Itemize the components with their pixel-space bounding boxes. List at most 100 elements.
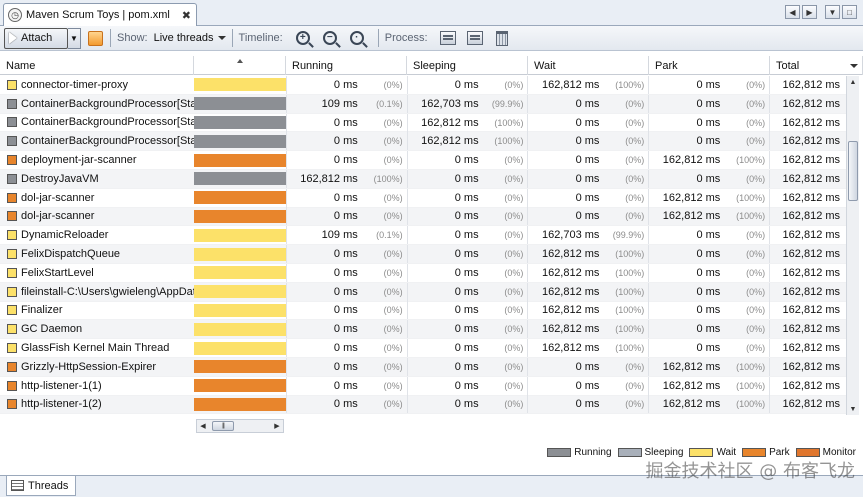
- column-header-park[interactable]: Park: [649, 56, 770, 75]
- cell-sleeping: 162,812 ms (100%): [406, 113, 528, 132]
- table-row[interactable]: FelixStartLevel 0 ms (0%) 0 ms (0%) 162,…: [0, 263, 846, 283]
- cell-total: 162,812 ms: [769, 263, 846, 282]
- cell-name: DestroyJavaVM: [0, 173, 194, 185]
- table-row[interactable]: DynamicReloader 109 ms (0.1%) 0 ms (0%) …: [0, 226, 846, 246]
- zoom-in-icon[interactable]: +: [294, 29, 312, 47]
- running-percent: (0%): [383, 136, 403, 147]
- table-row[interactable]: dol-jar-scanner 0 ms (0%) 0 ms (0%) 0 ms…: [0, 188, 846, 208]
- timeline-horizontal-scrollbar[interactable]: ◀ ||| ▶: [196, 419, 284, 433]
- scroll-left-icon[interactable]: ◀: [785, 5, 800, 19]
- snapshot-icon[interactable]: [86, 29, 104, 47]
- scroll-left-icon[interactable]: ◀: [197, 422, 209, 430]
- cell-running: 0 ms (0%): [285, 132, 407, 151]
- park-percent: (100%): [736, 192, 766, 203]
- cell-sleeping: 0 ms (0%): [406, 282, 528, 301]
- document-tab[interactable]: ◷ Maven Scrum Toys | pom.xml ✖: [3, 3, 197, 26]
- column-header-name[interactable]: Name: [0, 56, 194, 75]
- table-row[interactable]: deployment-jar-scanner 0 ms (0%) 0 ms (0…: [0, 151, 846, 170]
- wait-time: 0 ms: [575, 172, 600, 185]
- sleeping-time: 0 ms: [454, 323, 479, 336]
- thread-name: http-listener-1(2): [21, 398, 102, 411]
- cell-timeline: [193, 209, 286, 223]
- wait-time: 162,812 ms: [541, 304, 600, 317]
- chevron-down-icon: [217, 36, 226, 40]
- table-row[interactable]: GlassFish Kernel Main Thread 0 ms (0%) 0…: [0, 339, 846, 358]
- wait-percent: (100%): [615, 267, 645, 278]
- thread-dump-icon[interactable]: [439, 29, 457, 47]
- table-row[interactable]: Finalizer 0 ms (0%) 0 ms (0%) 162,812 ms…: [0, 301, 846, 321]
- park-percent: (100%): [736, 361, 766, 372]
- running-percent: (0%): [383, 211, 403, 222]
- table-row[interactable]: FelixDispatchQueue 0 ms (0%) 0 ms (0%) 1…: [0, 245, 846, 264]
- threads-tab[interactable]: Threads: [6, 476, 76, 496]
- table-row[interactable]: http-listener-1(1) 0 ms (0%) 0 ms (0%) 0…: [0, 376, 846, 396]
- heap-dump-icon[interactable]: [466, 29, 484, 47]
- column-header-total[interactable]: Total: [770, 56, 863, 75]
- maximize-icon[interactable]: □: [842, 5, 857, 19]
- cell-running: 162,812 ms (100%): [285, 169, 407, 188]
- park-time: 0 ms: [696, 248, 721, 261]
- cell-total: 162,812 ms: [769, 113, 846, 132]
- scroll-up-icon[interactable]: ▲: [847, 76, 859, 88]
- column-header-sleeping[interactable]: Sleeping: [407, 56, 528, 75]
- park-time: 162,812 ms: [662, 398, 721, 411]
- table-row[interactable]: http-listener-1(2) 0 ms (0%) 0 ms (0%) 0…: [0, 395, 846, 415]
- show-threads-select[interactable]: Live threads: [154, 32, 226, 44]
- running-time: 0 ms: [333, 285, 358, 298]
- scroll-down-icon[interactable]: ▼: [847, 403, 859, 415]
- thread-name: FelixStartLevel: [21, 266, 94, 279]
- table-row[interactable]: ContainerBackgroundProcessor[StandardEng…: [0, 132, 846, 152]
- column-header-wait[interactable]: Wait: [528, 56, 649, 75]
- cell-running: 0 ms (0%): [285, 339, 407, 358]
- table-row[interactable]: ContainerBackgroundProcessor[StandardEng…: [0, 94, 846, 114]
- park-time: 0 ms: [696, 135, 721, 148]
- table-row[interactable]: ContainerBackgroundProcessor[StandardEng…: [0, 113, 846, 133]
- attach-dropdown-button[interactable]: ▼: [68, 27, 81, 49]
- wait-percent: (0%): [625, 155, 645, 166]
- zoom-fit-icon[interactable]: ·: [348, 29, 366, 47]
- scroll-right-icon[interactable]: ▶: [271, 422, 283, 430]
- thread-name: Grizzly-HttpSession-Expirer: [21, 360, 157, 373]
- attach-button[interactable]: Attach: [4, 27, 68, 49]
- cell-total: 162,812 ms: [769, 376, 846, 395]
- park-time: 0 ms: [696, 285, 721, 298]
- scrollbar-thumb[interactable]: [848, 141, 858, 201]
- table-row[interactable]: fileinstall-C:\Users\gwieleng\AppData 0 …: [0, 282, 846, 302]
- cell-park: 0 ms (0%): [648, 226, 769, 245]
- close-tab-icon[interactable]: ✖: [182, 9, 191, 22]
- thread-name: DynamicReloader: [21, 229, 109, 242]
- garbage-collect-icon[interactable]: [493, 29, 511, 47]
- park-percent: (0%): [746, 136, 766, 147]
- park-percent: (0%): [746, 79, 766, 90]
- attach-play-icon: [9, 32, 17, 44]
- tab-list-icon[interactable]: ▼: [825, 5, 840, 19]
- scroll-right-icon[interactable]: ▶: [802, 5, 817, 19]
- table-row[interactable]: connector-timer-proxy 0 ms (0%) 0 ms (0%…: [0, 75, 846, 95]
- scrollbar-thumb[interactable]: |||: [212, 421, 234, 431]
- zoom-out-icon[interactable]: −: [321, 29, 339, 47]
- thread-state-icon: [7, 343, 17, 354]
- sleeping-percent: (0%): [504, 173, 524, 184]
- table-row[interactable]: Grizzly-HttpSession-Expirer 0 ms (0%) 0 …: [0, 357, 846, 377]
- column-chooser-icon[interactable]: [850, 63, 858, 68]
- table-row[interactable]: dol-jar-scanner 0 ms (0%) 0 ms (0%) 0 ms…: [0, 207, 846, 227]
- cell-sleeping: 0 ms (0%): [406, 339, 528, 358]
- park-time: 0 ms: [696, 323, 721, 336]
- park-time: 162,812 ms: [662, 154, 721, 167]
- running-percent: (0%): [383, 286, 403, 297]
- table-row[interactable]: DestroyJavaVM 162,812 ms (100%) 0 ms (0%…: [0, 169, 846, 189]
- park-percent: (0%): [746, 117, 766, 128]
- cell-park: 162,812 ms (100%): [648, 207, 769, 226]
- vertical-scrollbar[interactable]: ▲ ▼: [846, 76, 859, 415]
- sleeping-time: 0 ms: [454, 398, 479, 411]
- column-header-running[interactable]: Running: [286, 56, 407, 75]
- thread-name: dol-jar-scanner: [21, 210, 95, 223]
- cell-park: 0 ms (0%): [648, 94, 769, 113]
- cell-park: 0 ms (0%): [648, 113, 769, 132]
- table-row[interactable]: GC Daemon 0 ms (0%) 0 ms (0%) 162,812 ms…: [0, 320, 846, 340]
- wait-time: 0 ms: [575, 210, 600, 223]
- column-header-timeline[interactable]: [194, 56, 286, 75]
- cell-park: 162,812 ms (100%): [648, 151, 769, 170]
- cell-park: 0 ms (0%): [648, 301, 769, 320]
- table-body: connector-timer-proxy 0 ms (0%) 0 ms (0%…: [0, 75, 846, 415]
